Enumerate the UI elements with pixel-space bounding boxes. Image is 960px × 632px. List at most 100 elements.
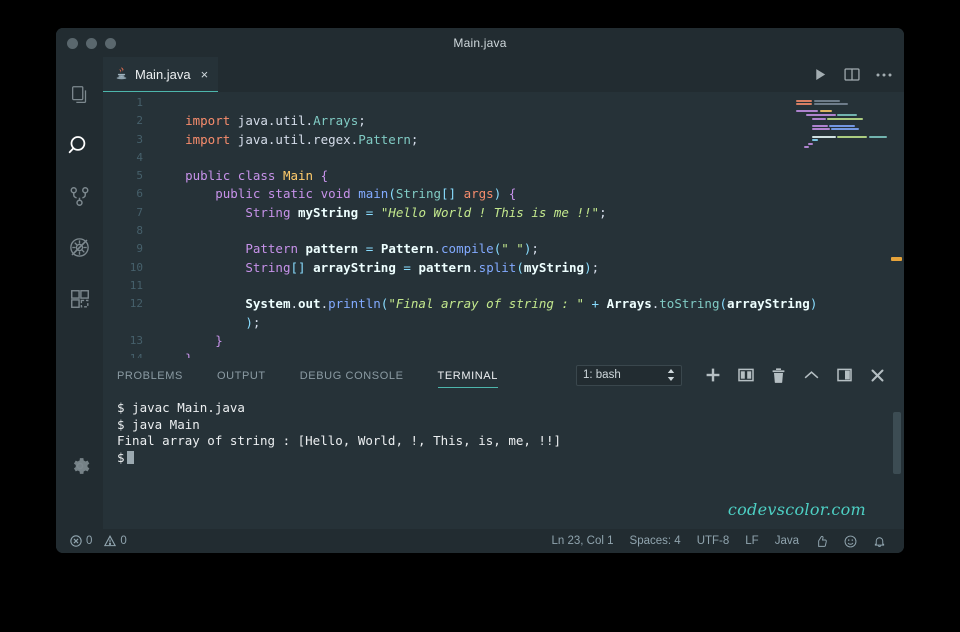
line-number: 7 [136,205,143,219]
code-token: [] [441,186,457,202]
line-number: 12 [129,297,143,311]
maximize-panel-button[interactable] [795,361,828,389]
code-token: ; [531,241,539,257]
code-line: 2 import java.util.Arrays; [103,112,904,130]
tab-main-java[interactable]: Main.java × [103,57,219,92]
code-editor[interactable]: 12 import java.util.Arrays; 3 import java… [103,92,904,358]
code-token: pattern [418,259,472,275]
status-bar-right: Ln 23, Col 1 Spaces: 4 UTF-8 LF Java [544,535,894,548]
close-panel-button[interactable] [861,361,894,389]
split-editor-icon [844,68,860,81]
gear-icon [73,457,89,474]
tab-bar: Main.java × [103,57,904,92]
minimap-segment [813,99,840,102]
minimap-segment [811,124,828,127]
status-warnings-count: 0 [120,535,127,547]
sidebar-item-search[interactable] [56,120,103,171]
activity-bar [56,57,103,529]
line-number: 4 [136,150,143,164]
status-warnings[interactable]: 0 [98,535,132,547]
code-token: ; [252,314,261,330]
warning-icon [104,535,117,547]
split-editor-button[interactable] [844,67,860,82]
line-content: import java.util.regex.Pattern; [155,131,904,149]
minimap-segment [796,139,810,141]
minimap-segment [796,146,802,148]
line-content [155,277,904,295]
tab-terminal[interactable]: TERMINAL [437,370,499,388]
code-token: "Final array of string : " [388,296,584,312]
code-token: import [185,113,231,129]
minimize-window-button[interactable] [86,38,97,49]
debug-icon [70,238,89,257]
line-number: 10 [129,260,143,274]
minimap-line [796,107,888,109]
tab-problems[interactable]: PROBLEMS [117,370,183,388]
status-notifications[interactable] [865,535,894,548]
overview-ruler[interactable] [890,92,904,358]
close-icon[interactable]: × [201,67,209,82]
sidebar-item-source-control[interactable] [56,171,103,222]
overview-ruler-mark [891,257,902,261]
line-number: 11 [129,278,143,292]
minimap-segment [813,103,848,106]
tab-debug-console[interactable]: DEBUG CONSOLE [300,370,404,388]
minimap-line [796,113,888,116]
sidebar-item-extensions[interactable] [56,273,103,324]
status-eol[interactable]: LF [737,535,766,547]
toggle-panel-position-button[interactable] [828,361,861,389]
status-feedback[interactable] [807,535,836,548]
status-language-mode[interactable]: Java [767,535,807,547]
status-smiley[interactable] [836,535,865,548]
status-cursor-position[interactable]: Ln 23, Col 1 [544,535,622,547]
kill-terminal-button[interactable] [762,361,795,389]
traffic-light-buttons[interactable] [67,38,116,49]
minimap-segment [819,110,832,113]
code-token: split [478,259,517,275]
tab-output[interactable]: OUTPUT [217,370,266,388]
more-actions-button[interactable] [876,72,892,78]
split-terminal-button[interactable] [729,361,762,389]
code-token: [] [290,259,306,275]
code-line: 11 [103,277,904,295]
terminal-select[interactable]: 1: bash [576,364,682,386]
source-control-icon [70,187,89,206]
minimap-line [796,128,888,131]
terminal-scrollbar[interactable] [890,392,904,529]
code-line: 9 Pattern pattern = Pattern.compile(" ")… [103,240,904,258]
sidebar-item-explorer[interactable] [56,69,103,120]
line-number: 9 [136,242,143,256]
maximize-window-button[interactable] [105,38,116,49]
minimap-line [796,124,888,127]
code-token: compile [441,241,494,257]
code-line: ); [103,314,904,332]
terminal-line: $ java Main [117,416,200,432]
minimap-segment [796,128,810,130]
code-token: public static void [215,186,351,202]
scrollbar-thumb[interactable] [893,412,901,474]
status-errors[interactable]: 0 [64,535,98,547]
new-terminal-button[interactable] [696,361,729,389]
run-code-button[interactable] [813,67,828,82]
code-token: ( [388,186,396,202]
code-token: ( [516,259,524,275]
minimap[interactable] [796,96,888,149]
code-token: Pattern [245,241,298,257]
status-encoding[interactable]: UTF-8 [689,535,738,547]
code-token: import [185,131,231,147]
code-line: 4 [103,149,904,167]
code-token: . [471,259,479,275]
status-indentation[interactable]: Spaces: 4 [622,535,689,547]
line-content: import java.util.Arrays; [155,112,904,130]
sidebar-item-manage[interactable] [56,440,103,491]
minimap-segment [796,103,812,106]
sidebar-item-run-and-debug[interactable] [56,222,103,273]
close-window-button[interactable] [67,38,78,49]
